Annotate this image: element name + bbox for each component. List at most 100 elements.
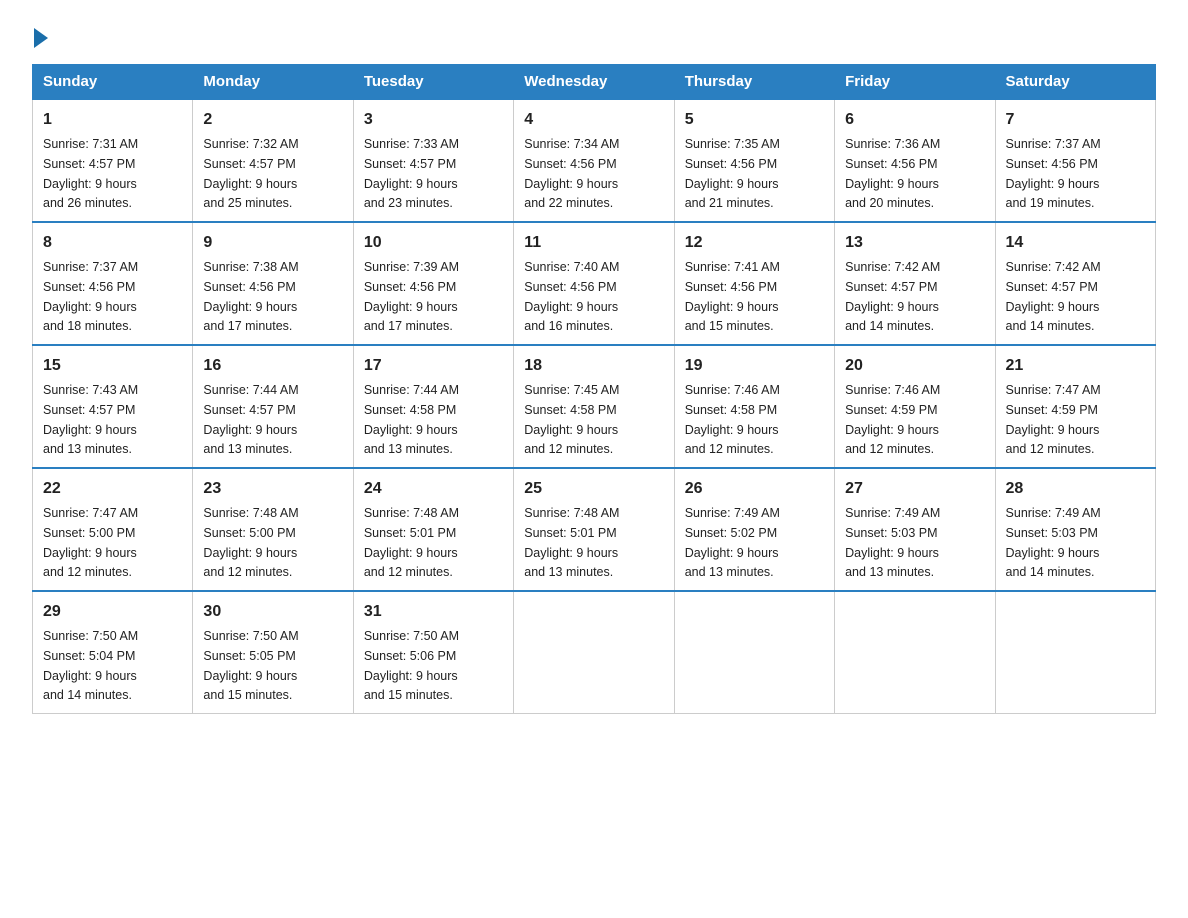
calendar-cell: 24 Sunrise: 7:48 AMSunset: 5:01 PMDaylig…	[353, 468, 513, 591]
day-info: Sunrise: 7:33 AMSunset: 4:57 PMDaylight:…	[364, 137, 459, 210]
day-number: 25	[524, 477, 663, 501]
calendar-cell: 23 Sunrise: 7:48 AMSunset: 5:00 PMDaylig…	[193, 468, 353, 591]
calendar-cell	[995, 591, 1155, 714]
calendar-cell: 3 Sunrise: 7:33 AMSunset: 4:57 PMDayligh…	[353, 99, 513, 222]
day-info: Sunrise: 7:42 AMSunset: 4:57 PMDaylight:…	[845, 260, 940, 333]
calendar-cell: 14 Sunrise: 7:42 AMSunset: 4:57 PMDaylig…	[995, 222, 1155, 345]
day-number: 1	[43, 108, 182, 132]
day-info: Sunrise: 7:40 AMSunset: 4:56 PMDaylight:…	[524, 260, 619, 333]
day-number: 5	[685, 108, 824, 132]
day-number: 15	[43, 354, 182, 378]
day-number: 13	[845, 231, 984, 255]
calendar-cell: 12 Sunrise: 7:41 AMSunset: 4:56 PMDaylig…	[674, 222, 834, 345]
day-info: Sunrise: 7:32 AMSunset: 4:57 PMDaylight:…	[203, 137, 298, 210]
calendar-cell: 16 Sunrise: 7:44 AMSunset: 4:57 PMDaylig…	[193, 345, 353, 468]
day-info: Sunrise: 7:37 AMSunset: 4:56 PMDaylight:…	[1006, 137, 1101, 210]
day-number: 27	[845, 477, 984, 501]
day-info: Sunrise: 7:49 AMSunset: 5:03 PMDaylight:…	[845, 506, 940, 579]
logo	[32, 24, 48, 46]
weekday-header-sunday: Sunday	[33, 65, 193, 100]
day-info: Sunrise: 7:45 AMSunset: 4:58 PMDaylight:…	[524, 383, 619, 456]
day-info: Sunrise: 7:44 AMSunset: 4:58 PMDaylight:…	[364, 383, 459, 456]
calendar-cell: 5 Sunrise: 7:35 AMSunset: 4:56 PMDayligh…	[674, 99, 834, 222]
weekday-header-thursday: Thursday	[674, 65, 834, 100]
day-number: 31	[364, 600, 503, 624]
day-info: Sunrise: 7:37 AMSunset: 4:56 PMDaylight:…	[43, 260, 138, 333]
day-info: Sunrise: 7:50 AMSunset: 5:04 PMDaylight:…	[43, 629, 138, 702]
day-number: 10	[364, 231, 503, 255]
day-number: 11	[524, 231, 663, 255]
calendar-cell: 29 Sunrise: 7:50 AMSunset: 5:04 PMDaylig…	[33, 591, 193, 714]
day-info: Sunrise: 7:50 AMSunset: 5:06 PMDaylight:…	[364, 629, 459, 702]
day-number: 28	[1006, 477, 1145, 501]
day-info: Sunrise: 7:34 AMSunset: 4:56 PMDaylight:…	[524, 137, 619, 210]
weekday-header-saturday: Saturday	[995, 65, 1155, 100]
day-info: Sunrise: 7:49 AMSunset: 5:03 PMDaylight:…	[1006, 506, 1101, 579]
day-info: Sunrise: 7:39 AMSunset: 4:56 PMDaylight:…	[364, 260, 459, 333]
calendar-cell: 21 Sunrise: 7:47 AMSunset: 4:59 PMDaylig…	[995, 345, 1155, 468]
calendar-cell: 25 Sunrise: 7:48 AMSunset: 5:01 PMDaylig…	[514, 468, 674, 591]
day-number: 24	[364, 477, 503, 501]
calendar-week-2: 8 Sunrise: 7:37 AMSunset: 4:56 PMDayligh…	[33, 222, 1156, 345]
calendar-week-5: 29 Sunrise: 7:50 AMSunset: 5:04 PMDaylig…	[33, 591, 1156, 714]
day-info: Sunrise: 7:50 AMSunset: 5:05 PMDaylight:…	[203, 629, 298, 702]
day-number: 30	[203, 600, 342, 624]
calendar-week-4: 22 Sunrise: 7:47 AMSunset: 5:00 PMDaylig…	[33, 468, 1156, 591]
day-info: Sunrise: 7:46 AMSunset: 4:59 PMDaylight:…	[845, 383, 940, 456]
calendar-cell	[514, 591, 674, 714]
calendar-week-3: 15 Sunrise: 7:43 AMSunset: 4:57 PMDaylig…	[33, 345, 1156, 468]
day-info: Sunrise: 7:38 AMSunset: 4:56 PMDaylight:…	[203, 260, 298, 333]
day-number: 18	[524, 354, 663, 378]
day-number: 8	[43, 231, 182, 255]
day-info: Sunrise: 7:48 AMSunset: 5:01 PMDaylight:…	[524, 506, 619, 579]
logo-arrow-icon	[34, 28, 48, 48]
calendar-table: SundayMondayTuesdayWednesdayThursdayFrid…	[32, 64, 1156, 714]
day-number: 2	[203, 108, 342, 132]
weekday-header-row: SundayMondayTuesdayWednesdayThursdayFrid…	[33, 65, 1156, 100]
calendar-cell: 27 Sunrise: 7:49 AMSunset: 5:03 PMDaylig…	[835, 468, 995, 591]
day-number: 3	[364, 108, 503, 132]
calendar-week-1: 1 Sunrise: 7:31 AMSunset: 4:57 PMDayligh…	[33, 99, 1156, 222]
calendar-cell: 10 Sunrise: 7:39 AMSunset: 4:56 PMDaylig…	[353, 222, 513, 345]
day-number: 21	[1006, 354, 1145, 378]
day-info: Sunrise: 7:42 AMSunset: 4:57 PMDaylight:…	[1006, 260, 1101, 333]
day-number: 14	[1006, 231, 1145, 255]
calendar-cell: 18 Sunrise: 7:45 AMSunset: 4:58 PMDaylig…	[514, 345, 674, 468]
day-number: 6	[845, 108, 984, 132]
day-number: 19	[685, 354, 824, 378]
day-info: Sunrise: 7:35 AMSunset: 4:56 PMDaylight:…	[685, 137, 780, 210]
calendar-cell: 2 Sunrise: 7:32 AMSunset: 4:57 PMDayligh…	[193, 99, 353, 222]
weekday-header-friday: Friday	[835, 65, 995, 100]
day-info: Sunrise: 7:48 AMSunset: 5:00 PMDaylight:…	[203, 506, 298, 579]
day-info: Sunrise: 7:41 AMSunset: 4:56 PMDaylight:…	[685, 260, 780, 333]
calendar-cell: 7 Sunrise: 7:37 AMSunset: 4:56 PMDayligh…	[995, 99, 1155, 222]
day-number: 26	[685, 477, 824, 501]
calendar-cell: 15 Sunrise: 7:43 AMSunset: 4:57 PMDaylig…	[33, 345, 193, 468]
day-info: Sunrise: 7:44 AMSunset: 4:57 PMDaylight:…	[203, 383, 298, 456]
weekday-header-tuesday: Tuesday	[353, 65, 513, 100]
day-number: 17	[364, 354, 503, 378]
day-number: 29	[43, 600, 182, 624]
calendar-cell: 13 Sunrise: 7:42 AMSunset: 4:57 PMDaylig…	[835, 222, 995, 345]
day-number: 9	[203, 231, 342, 255]
calendar-cell: 30 Sunrise: 7:50 AMSunset: 5:05 PMDaylig…	[193, 591, 353, 714]
calendar-cell: 19 Sunrise: 7:46 AMSunset: 4:58 PMDaylig…	[674, 345, 834, 468]
day-number: 20	[845, 354, 984, 378]
calendar-cell	[674, 591, 834, 714]
calendar-cell: 26 Sunrise: 7:49 AMSunset: 5:02 PMDaylig…	[674, 468, 834, 591]
day-info: Sunrise: 7:43 AMSunset: 4:57 PMDaylight:…	[43, 383, 138, 456]
weekday-header-monday: Monday	[193, 65, 353, 100]
day-number: 23	[203, 477, 342, 501]
calendar-cell: 1 Sunrise: 7:31 AMSunset: 4:57 PMDayligh…	[33, 99, 193, 222]
calendar-cell: 20 Sunrise: 7:46 AMSunset: 4:59 PMDaylig…	[835, 345, 995, 468]
day-number: 4	[524, 108, 663, 132]
day-info: Sunrise: 7:36 AMSunset: 4:56 PMDaylight:…	[845, 137, 940, 210]
day-number: 7	[1006, 108, 1145, 132]
day-number: 16	[203, 354, 342, 378]
day-info: Sunrise: 7:31 AMSunset: 4:57 PMDaylight:…	[43, 137, 138, 210]
page-header	[32, 24, 1156, 46]
day-info: Sunrise: 7:46 AMSunset: 4:58 PMDaylight:…	[685, 383, 780, 456]
day-number: 12	[685, 231, 824, 255]
calendar-cell: 11 Sunrise: 7:40 AMSunset: 4:56 PMDaylig…	[514, 222, 674, 345]
weekday-header-wednesday: Wednesday	[514, 65, 674, 100]
